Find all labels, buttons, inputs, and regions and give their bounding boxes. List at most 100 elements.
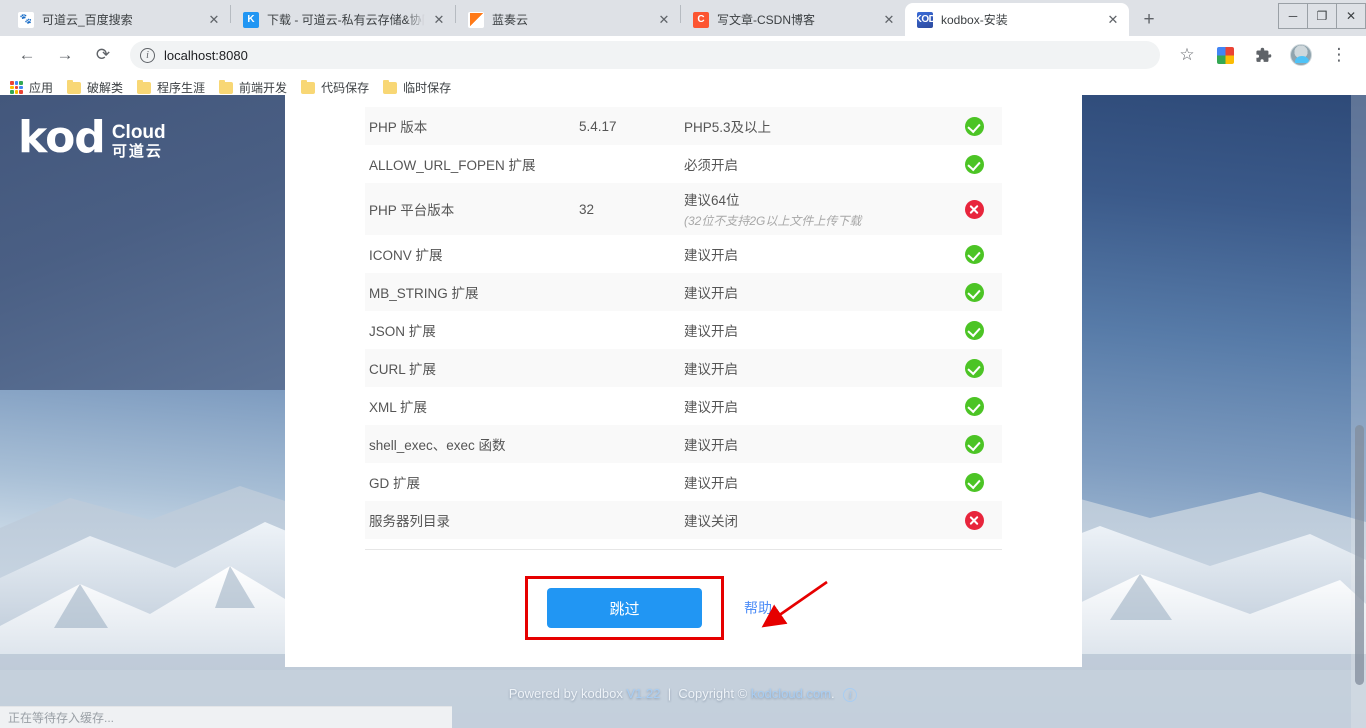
chrome-menu-icon[interactable]: ⋮ <box>1325 41 1353 69</box>
browser-tab-0[interactable]: 🐾 可道云_百度搜索 ✕ <box>6 3 230 36</box>
tab-close-icon[interactable]: ✕ <box>1105 12 1121 28</box>
req-value <box>575 463 680 501</box>
kodcloud-logo: kod Cloud 可道云 <box>18 112 166 163</box>
bookmark-item-4[interactable]: 代码保存 <box>301 79 369 96</box>
info-circle-icon[interactable]: i <box>843 688 858 702</box>
lanzou-icon <box>468 11 484 28</box>
req-name: 服务器列目录 <box>369 514 450 529</box>
bookmark-item-3[interactable]: 前端开发 <box>219 79 287 96</box>
bookmark-item-apps[interactable]: 应用 <box>10 79 53 96</box>
req-status <box>942 387 1002 425</box>
maximize-button[interactable]: ❐ <box>1307 3 1337 29</box>
footer-separator: | <box>667 686 672 702</box>
address-bar-value: localhost:8080 <box>164 47 248 63</box>
tab-title: 写文章-CSDN博客 <box>717 13 815 27</box>
bookmark-star-icon[interactable]: ☆ <box>1173 41 1201 69</box>
browser-tab-2[interactable]: 蓝奏云 ✕ <box>456 3 680 36</box>
req-text: 建议关闭 <box>684 514 738 529</box>
req-status <box>942 145 1002 183</box>
bookmark-label: 程序生涯 <box>157 81 206 95</box>
bookmark-label: 破解类 <box>87 81 124 95</box>
extension-color-icon[interactable] <box>1211 41 1239 69</box>
table-row: GD 扩展 建议开启 <box>365 463 1002 501</box>
table-row: JSON 扩展 建议开启 <box>365 311 1002 349</box>
req-name: PHP 版本 <box>369 120 428 135</box>
folder-icon <box>219 79 234 94</box>
browser-tab-4-active[interactable]: KOD kodbox-安装 ✕ <box>905 3 1129 36</box>
requirements-table: PHP 版本 5.4.17 PHP5.3及以上 ALLOW_URL_FOPEN … <box>365 107 1002 539</box>
browser-toolbar: ← → ⟳ i localhost:8080 ☆ ⋮ <box>0 36 1366 74</box>
check-ok-icon <box>964 472 984 492</box>
footer-site-link[interactable]: kodcloud.com <box>751 686 831 701</box>
brand-panel: kod Cloud 可道云 <box>0 95 290 390</box>
folder-icon <box>67 79 82 94</box>
footer-powered-by: Powered by kodbox <box>508 686 623 702</box>
footer-version: V1.22 <box>626 686 661 702</box>
req-text: 建议开启 <box>684 438 738 453</box>
req-status <box>942 107 1002 145</box>
req-status <box>942 425 1002 463</box>
tab-close-icon[interactable]: ✕ <box>206 12 222 28</box>
req-value <box>575 387 680 425</box>
tab-title: 可道云_百度搜索 <box>42 13 133 27</box>
minimize-button[interactable]: ─ <box>1278 3 1308 29</box>
table-row: PHP 平台版本 32 建议64位 (32位不支持2G以上文件上传下载 <box>365 183 1002 235</box>
kodbox-icon: KOD <box>917 11 933 28</box>
table-row: XML 扩展 建议开启 <box>365 387 1002 425</box>
req-value: 5.4.17 <box>579 118 617 134</box>
window-controls: ─ ❐ ✕ <box>1278 0 1366 32</box>
forward-icon[interactable]: → <box>51 41 79 69</box>
browser-tab-1[interactable]: K 下载 - 可道云-私有云存储&协同办公 ✕ <box>231 3 455 36</box>
tab-strip: 🐾 可道云_百度搜索 ✕ K 下载 - 可道云-私有云存储&协同办公 ✕ 蓝奏云… <box>0 0 1366 36</box>
browser-tab-3[interactable]: C 写文章-CSDN博客 ✕ <box>681 3 905 36</box>
req-name: ICONV 扩展 <box>369 248 443 263</box>
apps-grid-icon <box>10 81 23 94</box>
req-text: 建议开启 <box>684 400 738 415</box>
req-text-main: 建议64位 <box>684 193 740 208</box>
req-value <box>575 349 680 387</box>
req-text: PHP5.3及以上 <box>684 120 772 135</box>
tab-close-icon[interactable]: ✕ <box>431 12 447 28</box>
back-icon[interactable]: ← <box>13 41 41 69</box>
req-value <box>575 273 680 311</box>
bookmark-item-2[interactable]: 程序生涯 <box>137 79 205 96</box>
table-row: MB_STRING 扩展 建议开启 <box>365 273 1002 311</box>
extensions-puzzle-icon[interactable] <box>1249 41 1277 69</box>
req-status <box>942 183 1002 235</box>
scrollbar-thumb[interactable] <box>1355 425 1364 685</box>
req-value <box>575 145 680 183</box>
bookmark-item-5[interactable]: 临时保存 <box>383 79 451 96</box>
req-status <box>942 463 1002 501</box>
req-status <box>942 501 1002 539</box>
check-ok-icon <box>964 244 984 264</box>
req-value <box>575 501 680 539</box>
table-row: PHP 版本 5.4.17 PHP5.3及以上 <box>365 107 1002 145</box>
check-ok-icon <box>964 320 984 340</box>
req-status <box>942 273 1002 311</box>
info-circle-icon[interactable]: i <box>140 47 155 63</box>
check-ok-icon <box>964 396 984 416</box>
address-bar[interactable]: i localhost:8080 <box>130 41 1160 69</box>
logo-kod-text: kod <box>18 112 106 163</box>
check-ok-icon <box>964 154 984 174</box>
bookmark-label: 临时保存 <box>403 81 452 95</box>
req-text: 建议开启 <box>684 476 738 491</box>
tab-close-icon[interactable]: ✕ <box>881 12 897 28</box>
req-text: 建议开启 <box>684 248 738 263</box>
bookmark-label: 代码保存 <box>321 81 370 95</box>
tab-close-icon[interactable]: ✕ <box>656 12 672 28</box>
req-name: JSON 扩展 <box>369 324 436 339</box>
skip-button[interactable]: 跳过 <box>547 588 702 628</box>
install-requirements-card: PHP 版本 5.4.17 PHP5.3及以上 ALLOW_URL_FOPEN … <box>285 95 1082 667</box>
new-tab-button[interactable]: + <box>1135 5 1163 33</box>
page-scrollbar[interactable] <box>1351 95 1366 728</box>
bookmark-item-1[interactable]: 破解类 <box>67 79 123 96</box>
req-status <box>942 235 1002 273</box>
help-link[interactable]: 帮助 <box>744 598 772 618</box>
bookmark-label: 前端开发 <box>239 81 288 95</box>
reload-icon[interactable]: ⟳ <box>89 41 117 69</box>
profile-avatar-icon[interactable] <box>1287 41 1315 69</box>
close-window-button[interactable]: ✕ <box>1336 3 1366 29</box>
table-row: 服务器列目录 建议关闭 <box>365 501 1002 539</box>
req-name: PHP 平台版本 <box>369 203 455 218</box>
